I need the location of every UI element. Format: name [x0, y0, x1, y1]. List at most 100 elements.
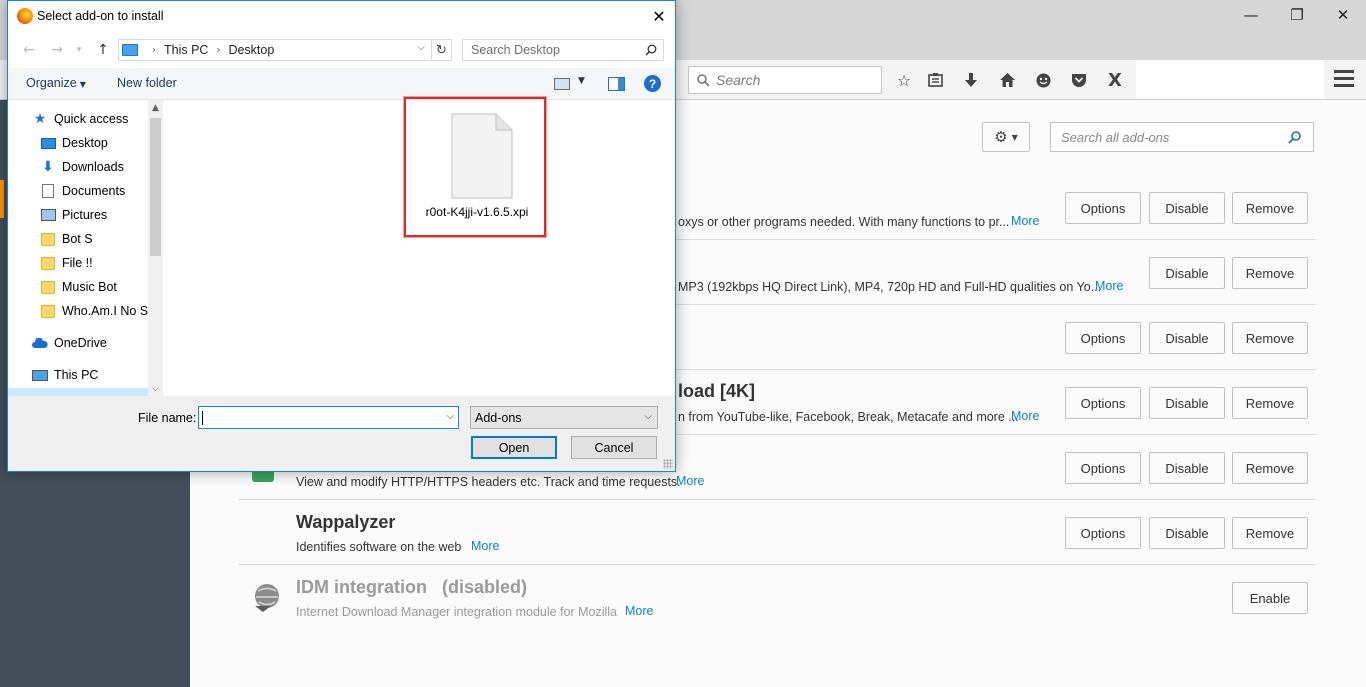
minimize-button[interactable]: — [1228, 0, 1274, 30]
nav-pane-scrollbar[interactable]: ▲ ⌵ [148, 100, 163, 396]
file-type-select[interactable]: Add-ons ⌵ [470, 406, 658, 429]
screen: — ❐ ✕ Search ☆ X ⚙ ▼ Search all add-ons … [0, 0, 1366, 687]
chevron-down-icon[interactable]: ⌵ [446, 411, 454, 422]
nav-item-label: Music Bot [62, 280, 117, 294]
dialog-search-input[interactable]: Search Desktop [462, 39, 664, 61]
dialog-navigation-row: ← → ▾ ↑ › This PC › Desktop ⌵ ↻ Search D… [8, 32, 675, 68]
nav-folder[interactable]: File !! [40, 252, 93, 274]
disable-button[interactable]: Disable [1149, 452, 1225, 484]
addon-name: load [4K] [678, 381, 756, 401]
new-folder-button[interactable]: New folder [117, 76, 177, 90]
addon-description: Internet Download Manager integration mo… [296, 605, 618, 619]
download-icon[interactable] [960, 69, 982, 91]
menu-icon[interactable] [1334, 70, 1354, 90]
cancel-button[interactable]: Cancel [571, 436, 657, 459]
options-button[interactable]: Options [1065, 452, 1141, 484]
breadcrumb-desktop[interactable]: Desktop [228, 43, 274, 57]
organize-menu[interactable]: Organize ▼ [26, 76, 86, 90]
tools-gear-button[interactable]: ⚙ ▼ [982, 122, 1030, 152]
refresh-icon[interactable]: ↻ [431, 40, 451, 60]
nav-folder[interactable]: Bot S [40, 228, 93, 250]
addon-more-link[interactable]: More [471, 539, 499, 553]
dialog-search-placeholder: Search Desktop [471, 43, 560, 57]
nav-pictures[interactable]: Pictures📌 [40, 204, 107, 226]
options-button[interactable]: Options [1065, 322, 1141, 354]
remove-button[interactable]: Remove [1232, 192, 1308, 224]
addon-more-link[interactable]: More [1011, 409, 1039, 423]
remove-button[interactable]: Remove [1232, 257, 1308, 289]
nav-onedrive[interactable]: OneDrive [32, 332, 107, 354]
file-name-input[interactable]: ⌵ [198, 406, 459, 429]
recent-locations-chevron-icon[interactable]: ▾ [70, 41, 88, 59]
nav-folder[interactable]: Music Bot [40, 276, 117, 298]
addon-description: n from YouTube-like, Facebook, Break, Me… [678, 410, 1019, 424]
search-icon [1288, 131, 1301, 144]
help-icon[interactable]: ? [644, 75, 661, 92]
close-icon[interactable]: ✕ [648, 5, 670, 27]
scroll-up-icon[interactable]: ▲ [148, 100, 163, 115]
chevron-down-icon[interactable]: ▼ [578, 76, 585, 86]
search-icon [645, 44, 657, 56]
remove-button[interactable]: Remove [1232, 452, 1308, 484]
chevron-down-icon[interactable]: ⌵ [417, 42, 425, 53]
x-extension-icon[interactable]: X [1104, 69, 1126, 91]
browser-search-box[interactable]: Search [688, 66, 882, 94]
disable-button[interactable]: Disable [1149, 517, 1225, 549]
star-icon[interactable]: ☆ [893, 69, 915, 91]
nav-item-label: Documents [62, 184, 126, 198]
nav-quick-access[interactable]: ★ Quick access [32, 108, 129, 130]
pocket-icon[interactable] [1068, 69, 1090, 91]
address-bar[interactable]: › This PC › Desktop ⌵ ↻ [118, 39, 452, 61]
nav-desktop[interactable]: Desktop📌 [40, 132, 108, 154]
nav-item-label: Desktop [62, 136, 108, 150]
maximize-button[interactable]: ❐ [1274, 0, 1320, 30]
breadcrumb-this-pc[interactable]: This PC [164, 43, 208, 57]
open-button[interactable]: Open [471, 436, 557, 459]
smiley-icon[interactable] [1032, 69, 1054, 91]
sidebar-selected-indicator [0, 180, 4, 218]
forward-arrow-icon[interactable]: → [48, 41, 66, 59]
browser-search-placeholder: Search [716, 72, 761, 88]
nav-documents[interactable]: Documents📌 [40, 180, 125, 202]
folder-icon [40, 280, 56, 294]
home-icon[interactable] [996, 69, 1018, 91]
scroll-down-icon[interactable]: ⌵ [148, 381, 163, 396]
addon-more-link[interactable]: More [676, 474, 704, 488]
dialog-toolbar: Organize ▼ New folder ▼ ? [8, 68, 675, 100]
addon-more-link[interactable]: More [625, 604, 653, 618]
enable-button[interactable]: Enable [1232, 582, 1308, 614]
addon-more-link[interactable]: More [1011, 214, 1039, 228]
disable-button[interactable]: Disable [1149, 192, 1225, 224]
options-button[interactable]: Options [1065, 192, 1141, 224]
options-button[interactable]: Options [1065, 387, 1141, 419]
preview-pane-icon[interactable] [608, 77, 625, 91]
back-arrow-icon[interactable]: ← [20, 41, 38, 59]
resize-grip[interactable] [663, 459, 673, 469]
addons-search-input[interactable]: Search all add-ons [1050, 122, 1314, 152]
nav-item-label: Who.Am.I No Sy [62, 304, 155, 318]
addon-status: (disabled) [442, 577, 528, 597]
addon-name-text: IDM integration [296, 577, 427, 597]
xpi-file-item[interactable]: r0ot-K4jji-v1.6.5.xpi [404, 97, 546, 237]
remove-button[interactable]: Remove [1232, 322, 1308, 354]
nav-folder[interactable]: Who.Am.I No Sy [40, 300, 154, 322]
disable-button[interactable]: Disable [1149, 387, 1225, 419]
options-button[interactable]: Options [1065, 517, 1141, 549]
reading-list-icon[interactable] [924, 69, 946, 91]
dialog-titlebar: Select add-on to install ✕ [8, 1, 675, 32]
remove-button[interactable]: Remove [1232, 387, 1308, 419]
remove-button[interactable]: Remove [1232, 517, 1308, 549]
nav-this-pc[interactable]: This PC [32, 364, 98, 386]
disable-button[interactable]: Disable [1149, 322, 1225, 354]
close-window-button[interactable]: ✕ [1320, 0, 1366, 30]
nav-downloads[interactable]: ⬇Downloads📌 [40, 156, 124, 178]
search-icon [697, 73, 710, 87]
cloud-icon [32, 336, 48, 350]
scrollbar-thumb[interactable] [150, 118, 161, 256]
change-view-icon[interactable] [554, 78, 570, 90]
row-divider [239, 564, 1317, 565]
addon-name: Wappalyzer [296, 512, 396, 532]
addon-more-link[interactable]: More [1095, 279, 1123, 293]
up-arrow-icon[interactable]: ↑ [94, 41, 112, 59]
disable-button[interactable]: Disable [1149, 257, 1225, 289]
